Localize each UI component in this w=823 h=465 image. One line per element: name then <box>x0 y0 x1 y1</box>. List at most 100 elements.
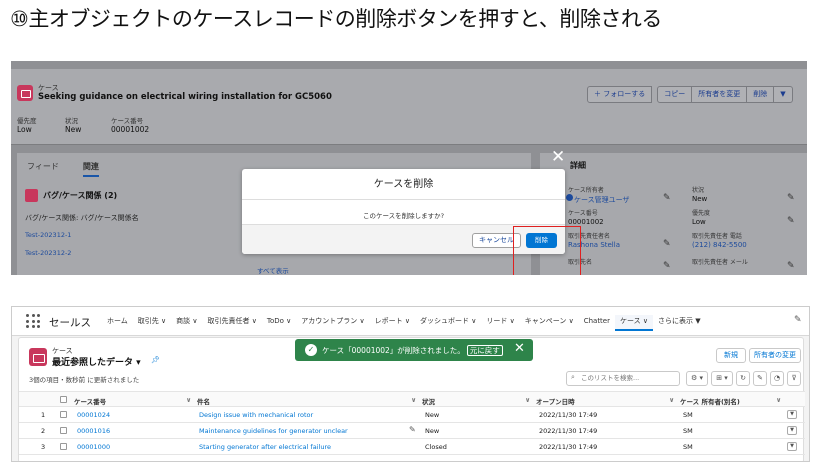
table-header: ケース番号 ∨ 件名 ∨ 状況 ∨ オープン日時 ∨ ケース 所有者(別名) ∨ <box>19 391 805 407</box>
column-header[interactable]: ケース番号 <box>74 396 106 406</box>
global-nav: セールス ホーム 取引先 ∨ 商談 ∨ 取引先責任者 ∨ ToDo ∨ アカウン… <box>12 307 809 336</box>
status-label: 状況 <box>65 117 78 125</box>
case-number-link[interactable]: 00001000 <box>77 443 110 451</box>
nav-accounts[interactable]: 取引先 ∨ <box>133 315 171 331</box>
subject-link[interactable]: Starting generator after electrical fail… <box>199 443 331 451</box>
follow-button[interactable]: ＋ フォローする <box>587 86 653 103</box>
case-number-link[interactable]: 00001016 <box>77 427 110 435</box>
nav-contacts[interactable]: 取引先責任者 ∨ <box>203 315 262 331</box>
opened-cell: 2022/11/30 17:49 <box>539 411 598 419</box>
opened-cell: 2022/11/30 17:49 <box>539 427 598 435</box>
list-view-selector[interactable]: 最近参照したデータ ▾ <box>52 355 141 368</box>
detail-status-value: New <box>692 195 708 203</box>
delete-button[interactable]: 削除 <box>746 86 775 103</box>
detail-priority-value: Low <box>692 218 706 226</box>
case-icon <box>17 85 33 101</box>
row-actions-icon[interactable]: ▼ <box>787 442 797 451</box>
case-number-link[interactable]: 00001024 <box>77 411 110 419</box>
edit-list-icon[interactable]: ✎ <box>753 371 767 386</box>
edit-pencil-icon[interactable]: ✎ <box>787 261 795 271</box>
nav-opportunities[interactable]: 商談 ∨ <box>171 315 202 331</box>
copy-button[interactable]: コピー <box>657 86 693 103</box>
related-item[interactable]: Test-202312-1 <box>25 231 71 239</box>
edit-pencil-icon[interactable]: ✎ <box>787 216 795 226</box>
toast-text: ケース「00001002」が削除されました。 <box>322 346 465 355</box>
sort-icon[interactable]: ∨ <box>186 396 191 404</box>
edit-pencil-icon[interactable]: ✎ <box>663 193 671 203</box>
record-tabs: フィード 関連 <box>27 161 99 177</box>
related-list-title[interactable]: バグ/ケース関係 (2) <box>43 190 117 201</box>
nav-more[interactable]: さらに表示 ▼ <box>653 315 706 331</box>
nav-home[interactable]: ホーム <box>102 315 133 331</box>
more-actions-button[interactable]: ▼ <box>773 86 793 103</box>
edit-nav-icon[interactable]: ✎ <box>794 315 802 325</box>
row-checkbox[interactable] <box>60 411 67 418</box>
record-actions: ＋ フォローする コピー 所有者を変更 削除 ▼ <box>587 86 793 104</box>
nav-todo[interactable]: ToDo ∨ <box>262 315 296 331</box>
record-subject: Seeking guidance on electrical wiring in… <box>38 92 332 102</box>
display-dropdown[interactable]: ⊞ ▾ <box>711 371 733 386</box>
filter-icon[interactable]: ⊽ <box>787 371 801 386</box>
nav-leads[interactable]: リード ∨ <box>481 315 519 331</box>
success-check-icon: ✓ <box>305 344 317 356</box>
edit-pencil-icon[interactable]: ✎ <box>663 261 671 271</box>
column-header[interactable]: オープン日時 <box>536 396 575 406</box>
new-button[interactable]: 新規 <box>716 348 746 363</box>
show-all-link[interactable]: すべて表示 <box>257 265 289 275</box>
inline-edit-icon[interactable]: ✎ <box>409 425 416 434</box>
change-owner-button[interactable]: 所有者の変更 <box>749 348 801 363</box>
subject-link[interactable]: Maintenance guidelines for generator unc… <box>199 427 348 435</box>
row-actions-icon[interactable]: ▼ <box>787 426 797 435</box>
row-actions-icon[interactable]: ▼ <box>787 410 797 419</box>
nav-dashboards[interactable]: ダッシュボード ∨ <box>415 315 481 331</box>
nav-chatter[interactable]: Chatter <box>579 315 615 331</box>
modal-close-icon[interactable]: ✕ <box>551 149 565 166</box>
select-all-checkbox[interactable] <box>60 396 67 403</box>
table-row: 3 00001000 Starting generator after elec… <box>19 439 805 455</box>
phone-value[interactable]: (212) 842-5500 <box>692 241 747 249</box>
nav-campaigns[interactable]: キャンペーン ∨ <box>520 315 579 331</box>
column-header[interactable]: 件名 <box>197 396 210 406</box>
chart-icon[interactable]: ◔ <box>770 371 784 386</box>
sort-icon[interactable]: ∨ <box>411 396 416 404</box>
edit-pencil-icon[interactable]: ✎ <box>663 239 671 249</box>
column-header[interactable]: 状況 <box>422 396 435 406</box>
owner-value[interactable]: ケース管理ユーザ <box>574 195 630 205</box>
nav-reports[interactable]: レポート ∨ <box>370 315 415 331</box>
sort-icon[interactable]: ∨ <box>669 396 674 404</box>
row-number: 1 <box>41 411 46 419</box>
modal-title: ケースを削除 <box>242 169 565 200</box>
table-row: 2 00001016 Maintenance guidelines for ge… <box>19 423 805 439</box>
owner-label: ケース所有者 <box>568 187 604 194</box>
phone-label: 取引先責任者 電話 <box>692 233 742 240</box>
row-checkbox[interactable] <box>60 427 67 434</box>
edit-pencil-icon[interactable]: ✎ <box>787 193 795 203</box>
column-header[interactable]: ケース 所有者(別名) <box>680 396 740 406</box>
sort-icon[interactable]: ∨ <box>525 396 530 404</box>
tab-detail[interactable]: 詳細 <box>570 160 586 171</box>
priority-value: Low <box>17 125 32 134</box>
related-list-header: バグ/ケース関係: バグ/ケース関係名 <box>25 214 139 222</box>
change-owner-button[interactable]: 所有者を変更 <box>691 86 748 103</box>
status-cell: New <box>425 427 440 435</box>
highlight-box <box>513 226 581 275</box>
tab-related[interactable]: 関連 <box>82 161 99 177</box>
list-search-input[interactable]: このリストを検索... <box>566 371 680 386</box>
refresh-icon[interactable]: ↻ <box>736 371 750 386</box>
settings-dropdown[interactable]: ⚙ ▾ <box>686 371 708 386</box>
owner-cell: SM <box>683 443 693 451</box>
list-view-screenshot: セールス ホーム 取引先 ∨ 商談 ∨ 取引先責任者 ∨ ToDo ∨ アカウン… <box>11 306 810 462</box>
row-number: 2 <box>41 427 46 435</box>
related-item[interactable]: Test-202312-2 <box>25 249 71 257</box>
nav-account-plan[interactable]: アカウントプラン ∨ <box>296 315 369 331</box>
user-avatar-icon <box>566 194 573 201</box>
app-launcher-icon[interactable] <box>26 314 40 328</box>
tab-feed[interactable]: フィード <box>27 161 59 177</box>
row-checkbox[interactable] <box>60 443 67 450</box>
toast-close-icon[interactable]: ✕ <box>514 341 525 356</box>
undo-link[interactable]: 元に戻す <box>466 345 503 356</box>
pin-icon[interactable]: 📌︎ <box>151 356 160 364</box>
sort-icon[interactable]: ∨ <box>776 396 781 404</box>
nav-cases[interactable]: ケース ∨ <box>615 315 653 331</box>
subject-link[interactable]: Design issue with mechanical rotor <box>199 411 313 419</box>
